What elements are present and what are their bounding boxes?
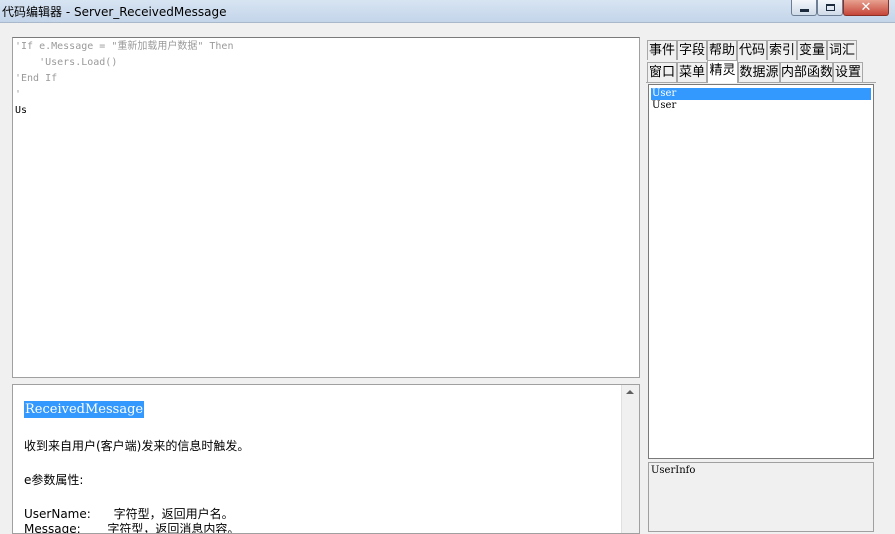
tab-builtin-functions[interactable]: 内部函数	[780, 62, 833, 82]
scroll-up-icon[interactable]	[626, 390, 634, 394]
code-line: '	[15, 89, 22, 100]
help-pane[interactable]: ReceivedMessage 收到来自用户(客户端)发来的信息时触发。 e参数…	[12, 384, 640, 534]
help-param-heading: e参数属性:	[24, 473, 84, 487]
help-description: 收到来自用户(客户端)发来的信息时触发。	[24, 439, 250, 453]
close-icon: ✕	[860, 0, 872, 15]
title-bar: 代码编辑器 - Server_ReceivedMessage ✕	[0, 0, 895, 23]
code-line: 'Users.Load()	[15, 57, 118, 68]
maximize-button[interactable]	[817, 0, 843, 16]
help-title: ReceivedMessage	[24, 401, 145, 418]
tab-events[interactable]: 事件	[647, 40, 677, 60]
close-button[interactable]: ✕	[843, 0, 889, 16]
wizard-list[interactable]: User User	[648, 84, 874, 459]
help-scrollbar[interactable]	[621, 385, 639, 533]
tab-vocabulary[interactable]: 词汇	[827, 40, 857, 60]
tab-wizard[interactable]: 精灵	[707, 60, 738, 83]
tab-variables[interactable]: 变量	[797, 40, 827, 60]
tab-fields[interactable]: 字段	[677, 40, 707, 60]
tab-help[interactable]: 帮助	[707, 40, 737, 60]
code-line: Us	[15, 105, 28, 116]
info-text: UserInfo	[651, 465, 696, 476]
tab-datasource[interactable]: 数据源	[738, 62, 780, 82]
tab-index[interactable]: 索引	[767, 40, 797, 60]
tab-menu[interactable]: 菜单	[677, 62, 707, 82]
help-param: Message: 字符型，返回消息内容。	[24, 522, 240, 534]
tab-divider	[646, 82, 876, 83]
minimize-button[interactable]	[791, 0, 817, 16]
tab-window[interactable]: 窗口	[647, 62, 677, 82]
code-line: 'If e.Message = "重新加载用户数据" Then	[15, 41, 234, 52]
list-item[interactable]: User	[651, 100, 676, 112]
info-box: UserInfo	[648, 462, 874, 532]
window-title: 代码编辑器 - Server_ReceivedMessage	[2, 5, 227, 19]
tab-settings[interactable]: 设置	[833, 62, 863, 82]
maximize-icon	[825, 4, 835, 11]
code-editor[interactable]: 'If e.Message = "重新加载用户数据" Then 'Users.L…	[12, 37, 640, 378]
code-line: 'End If	[15, 73, 58, 84]
tab-code[interactable]: 代码	[737, 40, 767, 60]
list-item[interactable]: User	[651, 88, 871, 100]
minimize-icon	[799, 9, 809, 12]
